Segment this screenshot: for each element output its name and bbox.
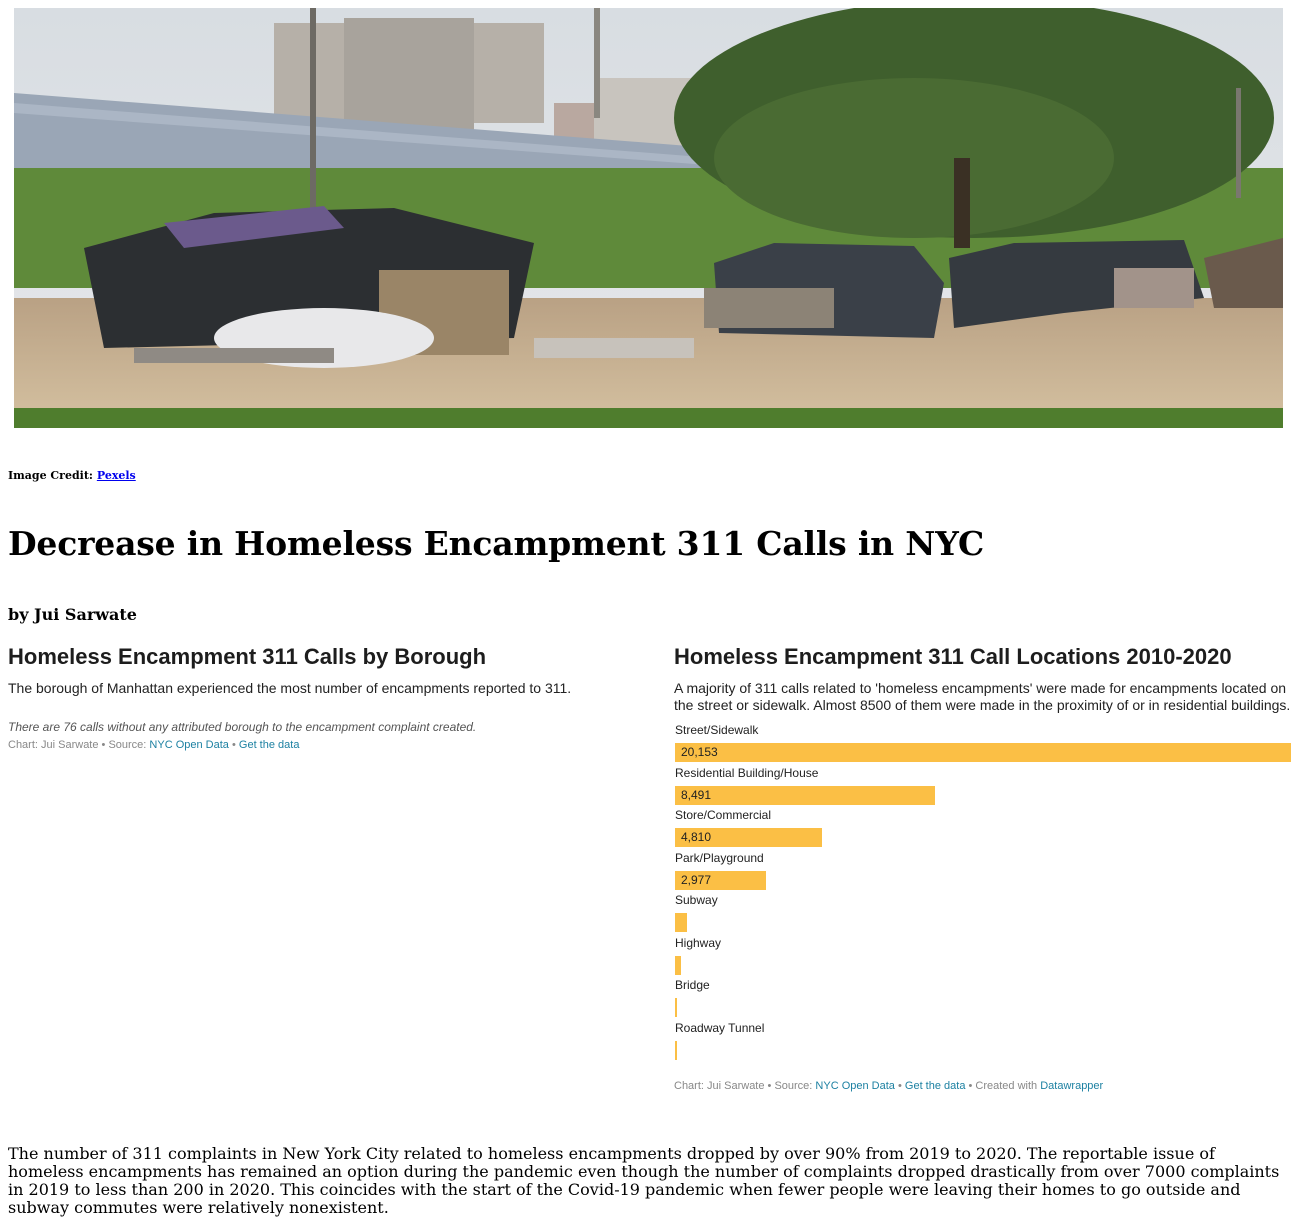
bar: 4,810: [675, 828, 823, 847]
borough-chart-note: There are 76 calls without any attribute…: [8, 720, 477, 734]
bar: [675, 913, 687, 932]
bar: [675, 955, 682, 975]
borough-chart-panel: Homeless Encampment 311 Calls by Borough…: [8, 644, 648, 751]
bar-value-label: 8,491: [681, 787, 712, 802]
bar-label: Residential Building/House: [675, 765, 819, 780]
location-chart-title: Homeless Encampment 311 Call Locations 2…: [674, 644, 1232, 669]
location-chart-panel: Homeless Encampment 311 Call Locations 2…: [674, 644, 1292, 1063]
bar-label: Park/Playground: [675, 850, 764, 865]
location-source-prefix: Chart: Jui Sarwate • Source:: [674, 1080, 813, 1092]
hero-image: [14, 8, 1283, 428]
location-source-sep2: • Created with: [968, 1080, 1038, 1092]
bar-label: Highway: [675, 935, 722, 950]
borough-source-sep: •: [231, 739, 236, 751]
image-credit: Image Credit: Pexels: [8, 469, 136, 482]
location-source-link[interactable]: NYC Open Data: [815, 1080, 894, 1092]
bar-value-label: 4,810: [681, 830, 712, 844]
article-body: The number of 311 complaints in New York…: [8, 1144, 1280, 1217]
location-get-data-link[interactable]: Get the data: [905, 1080, 966, 1092]
bar-value-label: 20,153: [681, 745, 718, 759]
bar-label: Store/Commercial: [675, 808, 772, 822]
bar-label: Subway: [675, 893, 718, 907]
bar: 2,977: [675, 870, 766, 890]
bar-value-label: 2,977: [681, 872, 712, 887]
location-source-sep1: •: [897, 1080, 902, 1092]
bar: [675, 998, 677, 1017]
bar: 20,153: [675, 743, 1291, 762]
bar-label: Roadway Tunnel: [675, 1020, 765, 1035]
borough-chart-description: The borough of Manhattan experienced the…: [8, 680, 572, 696]
bar-label: Street/Sidewalk: [675, 723, 759, 737]
borough-source-link[interactable]: NYC Open Data: [149, 739, 228, 751]
borough-get-data-link[interactable]: Get the data: [239, 739, 300, 751]
borough-chart-source: Chart: Jui Sarwate • Source: NYC Open Da…: [8, 739, 648, 751]
location-bar-chart: Street/Sidewalk 20,153 Residential Buildin…: [674, 723, 1292, 1063]
location-chart-source: Chart: Jui Sarwate • Source: NYC Open Da…: [674, 1080, 1103, 1092]
image-credit-label: Image Credit:: [8, 469, 93, 482]
bar: 8,491: [675, 785, 935, 805]
bar-label: Bridge: [675, 978, 710, 992]
byline: by Jui Sarwate: [8, 605, 137, 624]
borough-source-prefix: Chart: Jui Sarwate • Source:: [8, 739, 147, 751]
datawrapper-link[interactable]: Datawrapper: [1040, 1080, 1103, 1092]
location-chart-description: A majority of 311 calls related to 'home…: [674, 680, 1291, 713]
bar: [675, 1040, 677, 1060]
image-credit-link[interactable]: Pexels: [97, 469, 136, 482]
page-title: Decrease in Homeless Encampment 311 Call…: [8, 524, 985, 563]
borough-chart-title: Homeless Encampment 311 Calls by Borough: [8, 644, 487, 669]
